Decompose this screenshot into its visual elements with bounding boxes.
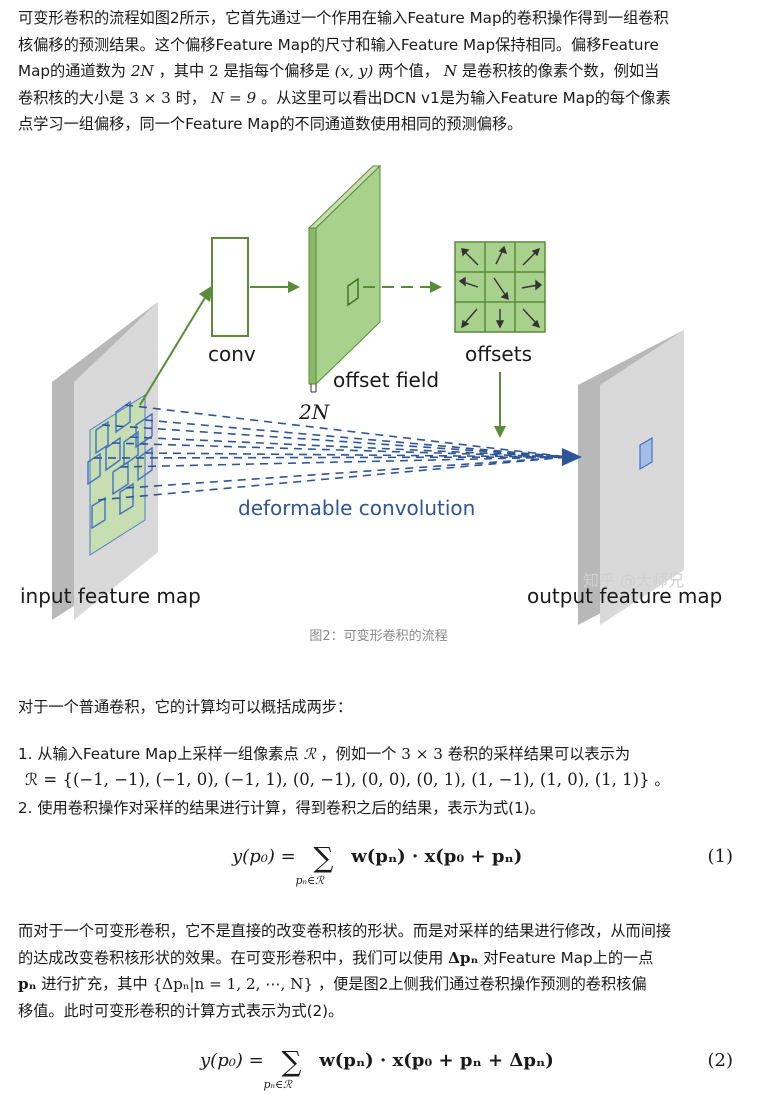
equation-1: y(p₀) = ∑ pₙ∈ℛ w(pₙ) · x(p₀ + pₙ) (1) — [232, 841, 733, 888]
list-item-1: 1. 从输入Feature Map上采样一组像素点 ℛ ，例如一个 3 × 3 … — [18, 745, 670, 789]
offset-field-label: offset field — [333, 368, 439, 392]
offsets-grid — [454, 241, 546, 333]
deformable-conv-figure: conv offset field offsets 2N deformable … — [20, 164, 722, 625]
deformable-convolution-label: deformable convolution — [238, 496, 475, 520]
arrow-offsets-to-output — [494, 372, 506, 438]
conv-label: conv — [208, 342, 256, 366]
paragraph-normal-conv: 对于一个普通卷积，它的计算均可以概括成两步： — [18, 698, 353, 716]
watermark: 知乎 @大师兄 — [583, 571, 684, 590]
channels-label: 2N — [298, 400, 331, 424]
conv-box — [211, 237, 249, 337]
article: 可变形卷积的流程如图2所示，它首先通过一个作用在输入Feature Map的卷积… — [0, 0, 757, 1118]
offsets-label: offsets — [465, 342, 532, 366]
deformable-projection-lines — [93, 404, 569, 501]
input-feature-map-label: input feature map — [20, 584, 201, 608]
equation-2: y(p₀) = ∑ pₙ∈ℛ w(pₙ) · x(p₀ + pₙ + Δpₙ) (… — [200, 1045, 733, 1092]
offset-field-slab — [307, 164, 382, 393]
list-item-2: 2. 使用卷积操作对采样的结果进行计算，得到卷积之后的结果，表示为式(1)。 — [18, 799, 545, 817]
figure-caption: 图2：可变形卷积的流程 — [309, 629, 448, 644]
intro-paragraph: 可变形卷积的流程如图2所示，它首先通过一个作用在输入Feature Map的卷积… — [18, 9, 671, 133]
input-feature-map — [52, 302, 158, 620]
arrow-conv-to-offset-field — [250, 281, 300, 293]
paragraph-deformable-conv: 而对于一个可变形卷积，它不是直接的改变卷积核的形状。而是对采样的结果进行修改，从… — [18, 922, 672, 1020]
